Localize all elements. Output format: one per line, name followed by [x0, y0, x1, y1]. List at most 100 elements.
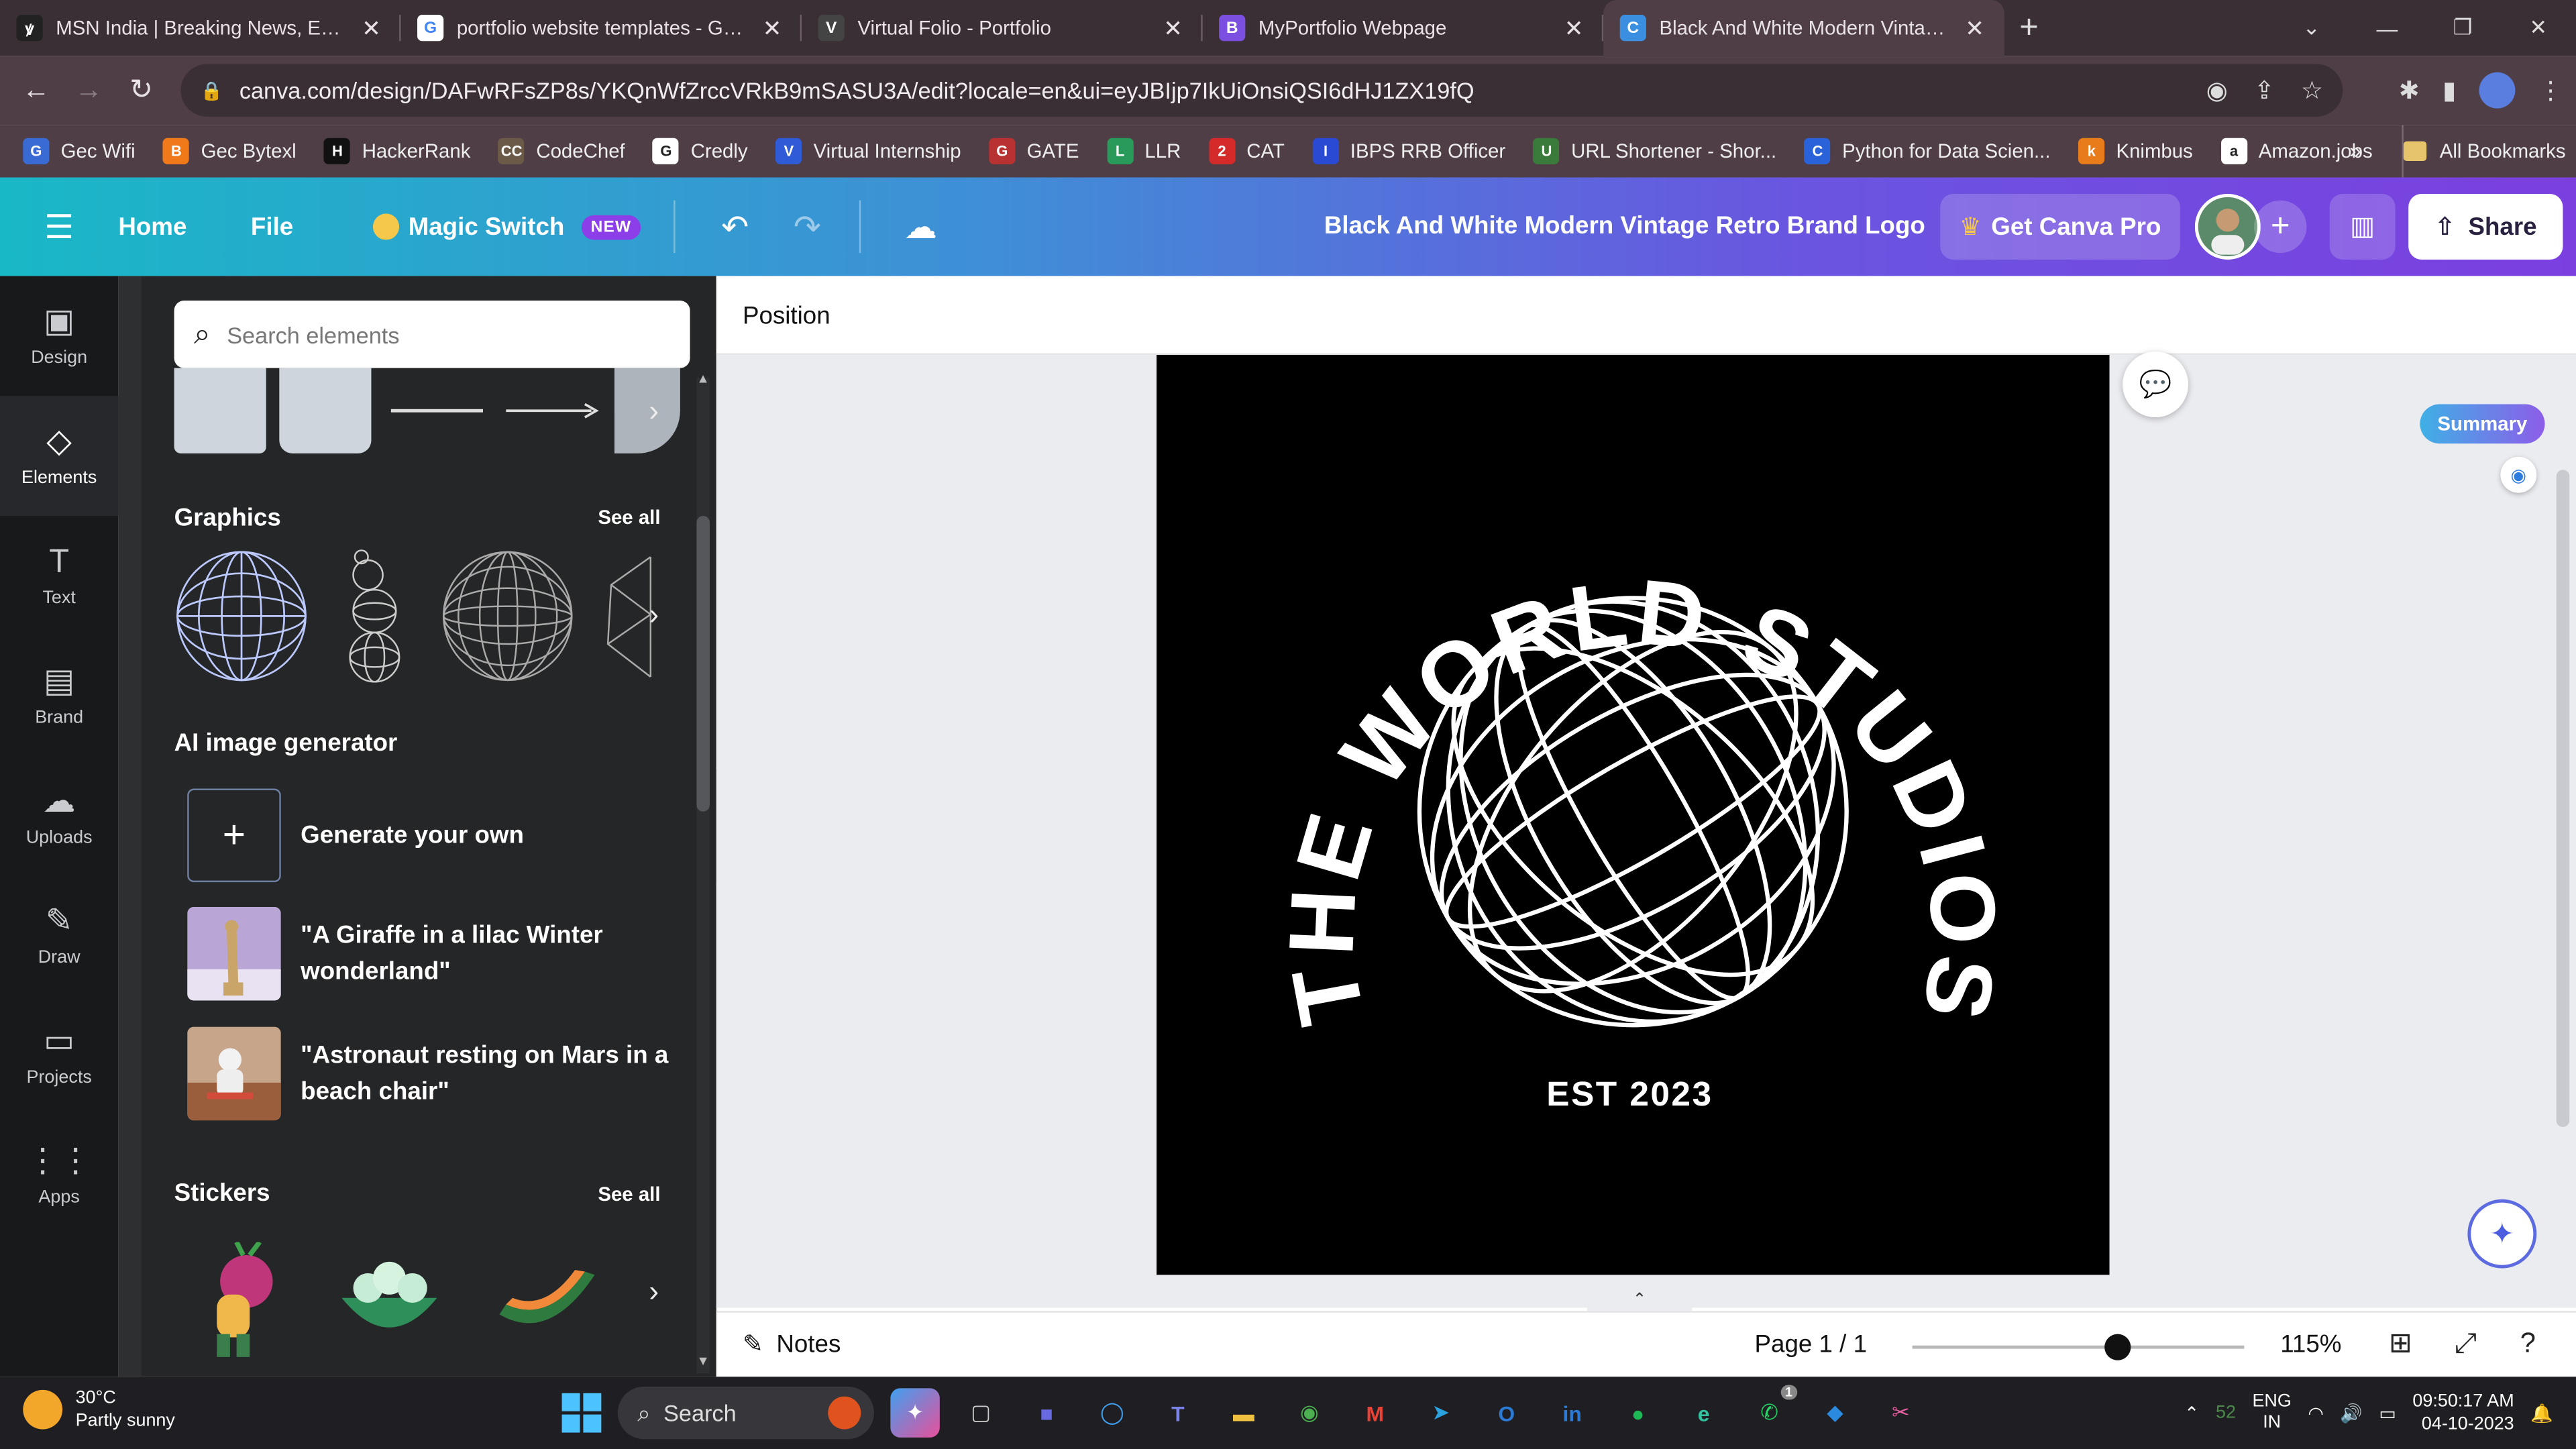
grid-view-icon[interactable]: ⊞ [2389, 1328, 2412, 1360]
assistant-icon[interactable]: ◉ [2500, 456, 2537, 493]
share-button[interactable]: ⇧ Share [2408, 193, 2563, 260]
rail-item-elements[interactable]: ◇ Elements [0, 396, 119, 516]
stacked-spheres-graphic[interactable] [338, 549, 411, 684]
bookmark-item[interactable]: V Virtual Internship [775, 138, 961, 164]
close-tab-icon[interactable]: ✕ [358, 14, 384, 42]
home-menu[interactable]: Home [118, 213, 186, 241]
volume-icon[interactable]: 🔊 [2340, 1402, 2363, 1424]
line-shape[interactable] [390, 409, 484, 413]
est-text[interactable]: EST 2023 [1546, 1074, 1713, 1113]
weather-widget[interactable]: 30°C Partly sunny [23, 1387, 175, 1433]
language-indicator[interactable]: ENG IN [2252, 1391, 2291, 1434]
help-icon[interactable]: ? [2520, 1328, 2536, 1360]
chevron-up-icon[interactable]: ⌃ [2184, 1402, 2200, 1424]
tab-search-icon[interactable]: ⌄ [2273, 0, 2349, 56]
wifi-icon[interactable]: ◠ [2308, 1402, 2324, 1424]
outlook-icon[interactable]: O [1482, 1388, 1531, 1437]
bookmark-item[interactable]: C Python for Data Scien... [1804, 138, 2051, 164]
rail-item-text[interactable]: T Text [0, 516, 118, 636]
close-tab-icon[interactable]: ✕ [1962, 14, 1988, 42]
browser-tab[interactable]: B MyPortfolio Webpage ✕ [1203, 0, 1604, 56]
add-collaborator-button[interactable]: + [2254, 200, 2307, 254]
bookmark-item[interactable]: G Gec Wifi [23, 138, 136, 164]
tray-badge[interactable]: 52 [2216, 1403, 2236, 1422]
copilot-icon[interactable]: ✦ [890, 1388, 940, 1438]
position-button[interactable]: Position [743, 303, 830, 331]
maximize-button[interactable]: ❐ [2425, 0, 2501, 56]
zoom-slider-knob[interactable] [2104, 1334, 2131, 1360]
share-page-icon[interactable]: ⇪ [2254, 76, 2275, 105]
design-artboard[interactable]: THE WORLD STUDIOS EST 2023 [1157, 354, 2110, 1275]
notes-button[interactable]: ✎ Notes [743, 1329, 841, 1358]
page-indicator[interactable]: Page 1 / 1 [1755, 1331, 1867, 1359]
bookmarks-overflow-button[interactable]: » [2349, 138, 2361, 163]
ai-prompt-item[interactable]: "A Giraffe in a lilac Winter wonderland" [187, 906, 629, 1001]
browser-tab[interactable]: V Virtual Folio - Portfolio ✕ [802, 0, 1203, 56]
bookmark-star-icon[interactable]: ☆ [2301, 76, 2323, 105]
forward-button[interactable]: → [62, 64, 115, 117]
cloud-saved-icon[interactable]: ☁ [885, 206, 957, 247]
bookmark-item[interactable]: k Knimbus [2078, 138, 2193, 164]
bookmark-item[interactable]: 2 CAT [1208, 138, 1285, 164]
rail-item-projects[interactable]: ▭ Projects [0, 996, 118, 1116]
bookmark-item[interactable]: B Gec Bytexl [163, 138, 297, 164]
magic-assistant-button[interactable]: ✦ [2467, 1199, 2537, 1269]
file-explorer-icon[interactable]: ▬ [1219, 1388, 1268, 1437]
browser-tab[interactable]: C Black And White Modern Vintage Retro ✕ [1603, 0, 2004, 56]
rounded-square-shape[interactable] [279, 368, 372, 453]
generate-your-own-item[interactable]: + Generate your own [187, 788, 524, 883]
square-shape[interactable] [174, 368, 266, 453]
gmail-icon[interactable]: M [1350, 1388, 1399, 1437]
bookmark-item[interactable]: I IBPS RRB Officer [1312, 138, 1505, 164]
teams-icon[interactable]: T [1153, 1388, 1202, 1437]
next-arrow-icon[interactable]: › [634, 391, 674, 431]
all-bookmarks-button[interactable]: All Bookmarks [2402, 125, 2566, 178]
battery-icon[interactable]: ▭ [2379, 1402, 2396, 1424]
zoom-slider-track[interactable] [1912, 1345, 2245, 1349]
taskbar-search[interactable]: ⌕ Search [617, 1386, 874, 1440]
edge-icon[interactable]: e [1679, 1388, 1728, 1437]
whatsapp-icon[interactable]: ✆ 1 [1745, 1385, 1798, 1437]
bookmark-item[interactable]: G GATE [989, 138, 1079, 164]
minimize-button[interactable]: — [2349, 0, 2425, 56]
spotify-icon[interactable]: ● [1613, 1388, 1662, 1437]
file-menu[interactable]: File [251, 213, 293, 241]
stickers-see-all[interactable]: See all [598, 1183, 660, 1205]
bookmark-item[interactable]: U URL Shortener - Shor... [1533, 138, 1776, 164]
linkedin-icon[interactable]: in [1548, 1388, 1597, 1437]
url-text[interactable]: canva.com/design/DAFwRFsZP8s/YKQnWfZrccV… [239, 77, 2206, 103]
logo-design[interactable]: THE WORLD STUDIOS EST 2023 [1157, 355, 2109, 1275]
bookmark-item[interactable]: G Credly [653, 138, 748, 164]
rail-item-draw[interactable]: ✎ Draw [0, 875, 118, 996]
reload-button[interactable]: ↻ [115, 64, 167, 117]
beet-person-sticker[interactable] [187, 1242, 286, 1360]
close-tab-icon[interactable]: ✕ [759, 14, 785, 42]
brand-arc-text[interactable]: THE WORLD STUDIOS [1270, 561, 2017, 1032]
bookmark-item[interactable]: CC CodeChef [498, 138, 625, 164]
undo-icon[interactable]: ↶ [699, 206, 771, 247]
next-arrow-icon[interactable]: › [634, 1272, 674, 1311]
address-bar[interactable]: 🔒 canva.com/design/DAFwRFsZP8s/YKQnWfZrc… [180, 64, 2343, 117]
zoom-value[interactable]: 115% [2280, 1331, 2341, 1359]
summary-button[interactable]: Summary [2420, 404, 2545, 444]
panel-scrollbar-thumb[interactable] [696, 515, 710, 812]
insights-icon[interactable]: ▥ [2329, 193, 2396, 260]
task-view-icon[interactable]: ▢ [956, 1388, 1005, 1437]
salad-bowl-sticker[interactable] [335, 1252, 444, 1350]
vscode-icon[interactable]: ◆ [1811, 1388, 1860, 1437]
back-button[interactable]: ← [10, 64, 62, 117]
next-arrow-icon[interactable]: › [634, 595, 674, 635]
browser-tab[interactable]: ꝟ MSN India | Breaking News, Entertainmen… [0, 0, 401, 56]
get-canva-pro-button[interactable]: ♛ Get Canva Pro [1940, 193, 2180, 260]
side-panel-icon[interactable]: ▮ [2443, 76, 2456, 105]
notifications-icon[interactable]: 🔔 [2530, 1402, 2553, 1424]
clock[interactable]: 09:50:17 AM 04-10-2023 [2412, 1390, 2514, 1436]
fullscreen-icon[interactable]: ⤢ [2455, 1328, 2477, 1360]
bookmark-item[interactable]: L LLR [1107, 138, 1181, 164]
profile-avatar[interactable] [2479, 72, 2516, 109]
graphics-see-all[interactable]: See all [598, 506, 660, 529]
close-tab-icon[interactable]: ✕ [1561, 14, 1587, 42]
scroll-up-arrow-icon[interactable]: ▲ [696, 371, 709, 386]
close-tab-icon[interactable]: ✕ [1160, 14, 1186, 42]
search-elements-input[interactable]: ⌕ Search elements [174, 301, 690, 368]
